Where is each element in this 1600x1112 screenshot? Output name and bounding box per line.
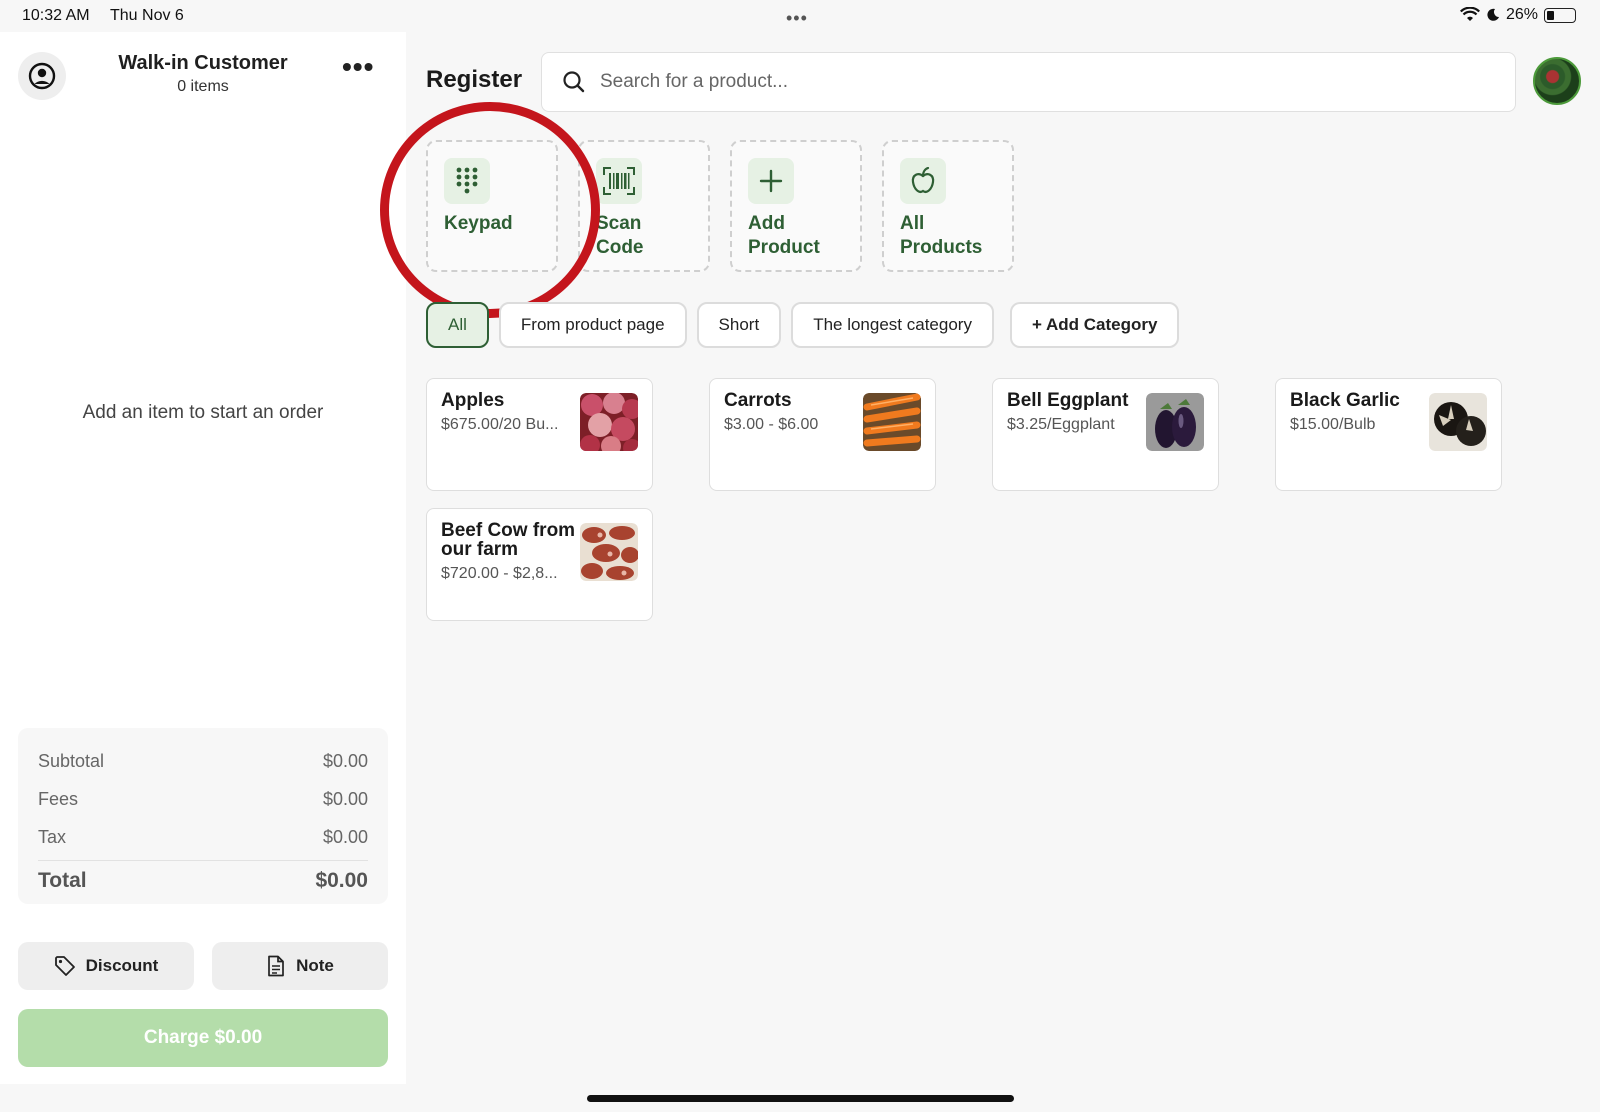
carrots-thumbnail — [863, 393, 921, 451]
empty-cart-message: Add an item to start an order — [82, 402, 324, 423]
wifi-icon — [1459, 7, 1480, 21]
product-price: $3.25/Eggplant — [1007, 416, 1115, 433]
cart-item-count: 0 items — [177, 78, 229, 95]
search-icon — [563, 71, 585, 93]
product-card-beef-cow[interactable]: Beef Cow from our farm $720.00 - $2,8... — [426, 508, 653, 621]
eggplant-thumbnail — [1146, 393, 1204, 451]
search-input[interactable] — [600, 71, 1480, 93]
product-price: $720.00 - $2,8... — [441, 565, 558, 582]
product-name: Bell Eggplant — [1007, 390, 1129, 411]
document-icon — [268, 955, 284, 977]
discount-button[interactable]: Discount — [18, 942, 194, 990]
barcode-icon — [596, 158, 642, 204]
subtotal-row: Subtotal $0.00 — [38, 742, 368, 780]
category-chip-short[interactable]: Short — [696, 302, 782, 348]
product-price: $15.00/Bulb — [1290, 416, 1376, 433]
page-title: Register — [426, 66, 523, 93]
add-category-button[interactable]: + Add Category — [1009, 302, 1180, 348]
cart-actions: Discount Note — [18, 942, 388, 990]
total-row: Total $0.00 — [38, 869, 368, 893]
tax-row: Tax $0.00 — [38, 818, 368, 856]
user-avatar[interactable] — [1533, 57, 1581, 105]
add-product-tile[interactable]: Add Product — [730, 140, 862, 272]
subtotal-value: $0.00 — [322, 750, 368, 771]
fees-row: Fees $0.00 — [38, 780, 368, 818]
product-price: $3.00 - $6.00 — [724, 416, 819, 433]
status-date: Thu Nov 6 — [110, 7, 184, 24]
status-indicators: 26% — [1459, 6, 1576, 24]
product-card-black-garlic[interactable]: Black Garlic $15.00/Bulb — [1275, 378, 1502, 491]
scan-code-label: Scan Code — [596, 213, 644, 258]
category-chip-from-product-page[interactable]: From product page — [498, 302, 687, 348]
all-products-label: All Products — [900, 213, 983, 258]
category-chip-longest[interactable]: The longest category — [791, 302, 994, 348]
battery-percent: 26% — [1505, 6, 1538, 23]
status-bar: 10:32 AM Thu Nov 6 ••• 26% — [0, 0, 1600, 32]
product-name: Black Garlic — [1290, 390, 1400, 411]
apples-thumbnail — [580, 393, 638, 451]
beef-thumbnail — [580, 523, 638, 581]
all-products-tile[interactable]: All Products — [882, 140, 1014, 272]
product-name: Apples — [441, 390, 505, 411]
charge-button[interactable]: Charge $0.00 — [18, 1009, 388, 1067]
fees-label: Fees — [38, 788, 79, 809]
subtotal-label: Subtotal — [38, 750, 105, 771]
status-time: 10:32 AM — [22, 7, 90, 24]
tax-value: $0.00 — [322, 826, 368, 847]
product-search[interactable] — [541, 52, 1516, 112]
customer-avatar-button[interactable] — [18, 52, 66, 100]
category-chip-all[interactable]: All — [426, 302, 489, 348]
product-card-carrots[interactable]: Carrots $3.00 - $6.00 — [709, 378, 936, 491]
apple-icon — [900, 158, 946, 204]
home-indicator[interactable] — [587, 1095, 1014, 1102]
customer-name[interactable]: Walk-in Customer — [100, 52, 306, 75]
note-label: Note — [296, 956, 334, 975]
totals-divider — [38, 860, 368, 861]
tax-label: Tax — [38, 826, 67, 847]
product-name: Beef Cow from our farm — [441, 520, 576, 560]
total-label: Total — [38, 869, 87, 892]
total-value: $0.00 — [315, 869, 368, 892]
fees-value: $0.00 — [322, 788, 368, 809]
black-garlic-thumbnail — [1429, 393, 1487, 451]
category-filter: All From product page Short The longest … — [426, 302, 1180, 348]
product-card-bell-eggplant[interactable]: Bell Eggplant $3.25/Eggplant — [992, 378, 1219, 491]
annotation-circle — [380, 102, 600, 318]
tag-icon — [54, 956, 75, 976]
add-product-label: Add Product — [748, 213, 820, 258]
more-options-icon[interactable]: ••• — [342, 53, 374, 81]
battery-icon — [1544, 7, 1576, 23]
discount-label: Discount — [85, 956, 159, 975]
moon-icon — [1487, 8, 1499, 21]
multitasking-dots-icon[interactable]: ••• — [786, 8, 808, 29]
product-name: Carrots — [724, 390, 792, 411]
user-circle-icon — [28, 62, 56, 90]
plus-icon — [748, 158, 794, 204]
product-card-apples[interactable]: Apples $675.00/20 Bu... — [426, 378, 653, 491]
order-totals: Subtotal $0.00 Fees $0.00 Tax $0.00 Tota… — [18, 728, 388, 904]
cart-panel: Walk-in Customer 0 items ••• Add an item… — [0, 32, 406, 1084]
note-button[interactable]: Note — [212, 942, 388, 990]
product-price: $675.00/20 Bu... — [441, 416, 559, 433]
